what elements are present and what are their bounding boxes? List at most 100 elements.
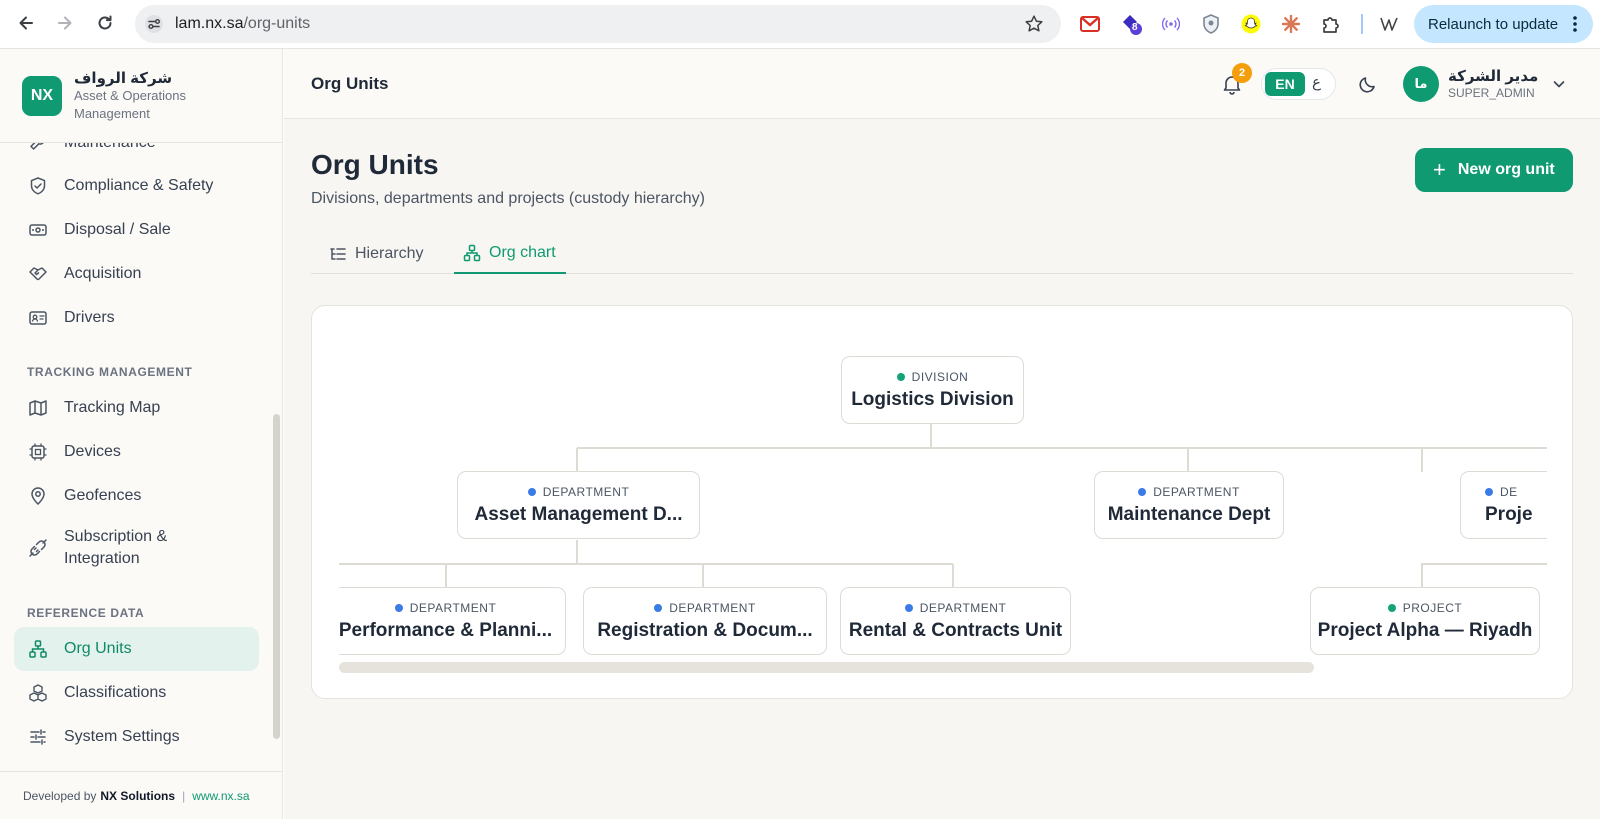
org-chart-viewport[interactable]: DIVISION Logistics Division DEPARTMENT A… <box>339 306 1547 698</box>
topbar-title: Org Units <box>311 74 389 93</box>
tab-org-chart[interactable]: Org chart <box>454 234 566 274</box>
cpu-icon <box>28 442 48 462</box>
kebab-menu-icon[interactable] <box>1572 14 1578 38</box>
site-info-icon[interactable] <box>144 14 164 39</box>
sidebar-item-label: System Settings <box>64 728 180 745</box>
org-node-department[interactable]: DEPARTMENT Rental & Contracts Unit <box>840 587 1071 655</box>
sidebar-item-disposal[interactable]: Disposal / Sale <box>14 208 259 252</box>
boxes-icon <box>28 683 48 703</box>
sidebar-item-org-units[interactable]: Org Units <box>14 627 259 671</box>
reload-icon[interactable] <box>92 10 118 36</box>
node-name: Rental & Contracts Unit <box>848 619 1063 641</box>
org-node-department[interactable]: DEPARTMENT Registration & Docum... <box>583 587 827 655</box>
org-node-division[interactable]: DIVISION Logistics Division <box>841 356 1024 424</box>
page-subtitle: Divisions, departments and projects (cus… <box>311 190 705 207</box>
sidebar-item-acquisition[interactable]: Acquisition <box>14 252 259 296</box>
sidebar-item-compliance[interactable]: Compliance & Safety <box>14 164 259 208</box>
tab-hierarchy[interactable]: Hierarchy <box>329 234 433 274</box>
notification-badge: 2 <box>1232 63 1252 83</box>
sidebar-scrollbar[interactable] <box>273 414 280 739</box>
address-bar[interactable]: lam.nx.sa/org-units <box>135 5 1061 43</box>
node-name: Registration & Docum... <box>597 619 813 641</box>
sidebar-item-tracking-map[interactable]: Tracking Map <box>14 386 259 430</box>
connector-level1 <box>576 424 1547 472</box>
shield-extension-icon[interactable] <box>1199 12 1223 36</box>
project-dot <box>1387 603 1396 612</box>
snapchat-icon[interactable] <box>1239 12 1263 36</box>
node-name: Proje <box>1485 503 1533 525</box>
claude-sparkle-icon[interactable] <box>1279 12 1303 36</box>
gmail-icon[interactable] <box>1078 12 1102 36</box>
org-chart-card: DIVISION Logistics Division DEPARTMENT A… <box>311 305 1573 699</box>
org-node-department[interactable]: DEPARTMENT Maintenance Dept <box>1094 471 1284 539</box>
sidebar-item-label: Drivers <box>64 309 115 326</box>
language-toggle[interactable]: EN ع <box>1261 68 1336 100</box>
node-type: DEPARTMENT <box>542 484 630 499</box>
department-dot <box>394 603 403 612</box>
sidebar-item-geofences[interactable]: Geofences <box>14 474 259 518</box>
tab-label: Hierarchy <box>355 245 424 262</box>
back-icon[interactable] <box>13 10 39 36</box>
node-type: DIVISION <box>911 369 969 384</box>
toolbar-divider <box>1361 14 1363 34</box>
sidebar-item-devices[interactable]: Devices <box>14 430 259 474</box>
sidebar-item-label: Compliance & Safety <box>64 177 214 194</box>
company-name: شركة الرواف <box>74 69 173 87</box>
url-text[interactable]: lam.nx.sa/org-units <box>175 15 310 33</box>
shield-check-icon <box>28 176 48 196</box>
list-tree-icon <box>329 245 347 263</box>
avatar[interactable]: ما <box>1403 66 1439 102</box>
lang-ar-option[interactable]: ع <box>1312 73 1321 91</box>
org-node-project[interactable]: PROJECT Project Alpha — Riyadh <box>1310 587 1540 655</box>
sidebar-item-label: Classifications <box>64 684 167 701</box>
id-card-icon <box>28 308 48 328</box>
department-dot <box>1485 487 1493 496</box>
sidebar-item-system-settings[interactable]: System Settings <box>14 715 259 759</box>
sidebar: NX شركة الرواف Asset & Operations Manage… <box>0 49 283 819</box>
view-tabs: Hierarchy Org chart <box>311 234 1573 274</box>
lang-en-option[interactable]: EN <box>1265 72 1305 96</box>
org-node-department[interactable]: DEPARTMENT Asset Management D... <box>457 471 700 539</box>
brand-header: NX شركة الرواف Asset & Operations Manage… <box>0 49 282 143</box>
connector-level2-asset <box>339 540 954 588</box>
sidebar-item-maintenance[interactable]: Maintenance <box>14 143 259 165</box>
extension-diamond-icon[interactable]: 8 <box>1120 12 1144 36</box>
node-name: Logistics Division <box>851 388 1014 410</box>
new-org-unit-button[interactable]: + New org unit <box>1415 148 1573 192</box>
brand-subtitle: Asset & Operations Management <box>74 87 186 121</box>
relaunch-button[interactable]: Relaunch to update <box>1414 5 1593 43</box>
sidebar-item-subscription[interactable]: Subscription & Integration <box>14 518 259 578</box>
brand-logo[interactable]: NX <box>22 75 62 116</box>
section-tracking-management: TRACKING MANAGEMENT <box>27 365 193 379</box>
moon-icon[interactable] <box>1358 74 1378 99</box>
wikipedia-w-icon[interactable] <box>1378 12 1402 36</box>
wrench-icon <box>28 143 48 153</box>
sidebar-item-label: Maintenance <box>64 143 156 152</box>
handshake-icon <box>28 264 48 284</box>
user-name[interactable]: مدير الشركة <box>1448 67 1538 85</box>
node-name: Performance & Planni... <box>339 619 553 641</box>
node-type: DEPARTMENT <box>1153 484 1240 499</box>
sidebar-item-drivers[interactable]: Drivers <box>14 296 259 340</box>
org-node-department[interactable]: DEPARTMENT Performance & Planni... <box>339 587 566 655</box>
bookmark-star-icon[interactable] <box>1024 14 1044 39</box>
department-dot <box>527 487 536 496</box>
forward-icon[interactable] <box>52 10 78 36</box>
url-host: lam.nx.sa <box>175 15 244 32</box>
footer-site-link[interactable]: www.nx.sa <box>192 789 249 803</box>
chevron-down-icon[interactable] <box>1552 77 1566 96</box>
main-content: Org Units 2 EN ع ما مدير الشركة SUPER_AD… <box>284 49 1600 819</box>
url-path: /org-units <box>243 15 311 32</box>
sliders-icon <box>28 727 48 747</box>
org-node-department[interactable]: DE Proje <box>1460 471 1547 539</box>
relaunch-label: Relaunch to update <box>1428 15 1559 33</box>
org-chart-horizontal-scrollbar[interactable] <box>339 662 1314 673</box>
sidebar-item-classifications[interactable]: Classifications <box>14 671 259 715</box>
extension-badge: 8 <box>1132 22 1138 33</box>
extensions-puzzle-icon[interactable] <box>1319 12 1343 36</box>
sidebar-item-label: Org Units <box>64 640 132 657</box>
banknote-icon <box>28 220 48 240</box>
sidebar-item-label: Devices <box>64 443 121 460</box>
broadcast-icon[interactable] <box>1159 12 1183 36</box>
node-type: DE <box>1500 484 1518 499</box>
